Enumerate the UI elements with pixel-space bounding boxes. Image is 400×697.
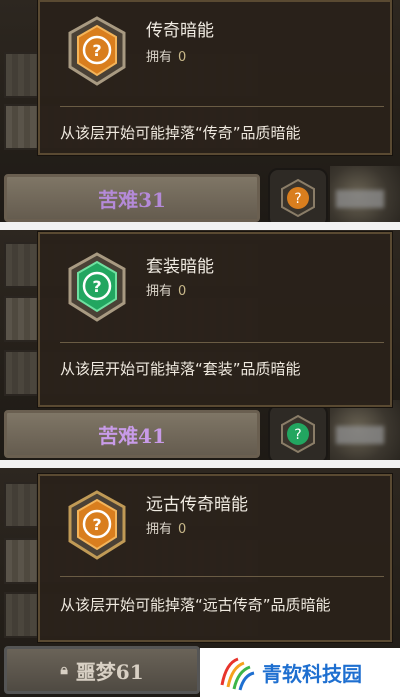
tooltip-title: 套装暗能 [146, 257, 214, 277]
floor-bar[interactable]: 苦难41 [4, 410, 260, 458]
owned-number: 0 [178, 284, 187, 299]
panel-legendary: 苦难31 ? ? 传奇暗能 拥有 0 从该层开始可能掉落“传奇”品质暗能 [0, 0, 400, 222]
svg-text:?: ? [92, 515, 101, 534]
svg-text:?: ? [294, 427, 301, 443]
brand-logo-icon [220, 657, 255, 690]
svg-text:?: ? [92, 41, 101, 60]
floor-bar-locked[interactable]: 🔒︎ 噩梦61 [4, 646, 200, 694]
set-gem-icon: ? [68, 252, 126, 322]
separator [0, 222, 400, 230]
reward-slot[interactable]: ? [268, 168, 328, 222]
floor-bar[interactable]: 苦难31 [4, 174, 260, 222]
owned-number: 0 [178, 522, 187, 537]
tooltip-description: 从该层开始可能掉落“远古传奇”品质暗能 [60, 596, 331, 614]
reward-slot[interactable]: ? [268, 404, 328, 460]
svg-text:?: ? [294, 191, 301, 207]
tooltip-ancient-legendary: ? 远古传奇暗能 拥有 0 从该层开始可能掉落“远古传奇”品质暗能 [38, 474, 392, 642]
owned-number: 0 [178, 50, 187, 65]
blurred-text [336, 426, 384, 444]
floor-bar-label: 噩梦61 [75, 659, 144, 684]
divider [60, 342, 384, 343]
floor-bar-label: 苦难31 [98, 187, 166, 212]
svg-text:?: ? [92, 277, 101, 296]
owned-label: 拥有 [146, 522, 173, 537]
tooltip-set: ? 套装暗能 拥有 0 从该层开始可能掉落“套装”品质暗能 [38, 232, 392, 407]
tooltip-description: 从该层开始可能掉落“套装”品质暗能 [60, 360, 301, 378]
panel-set: 苦难41 ? ? 套装暗能 拥有 0 从该层开始可能掉落“套装”品质暗能 [0, 230, 400, 460]
owned-label: 拥有 [146, 50, 173, 65]
tooltip-legendary: ? 传奇暗能 拥有 0 从该层开始可能掉落“传奇”品质暗能 [38, 0, 392, 155]
divider [60, 106, 384, 107]
divider [60, 576, 384, 577]
lock-icon: 🔒︎ [60, 662, 68, 678]
set-gem-icon: ? [281, 414, 315, 454]
floor-bar-label: 苦难41 [98, 423, 166, 448]
watermark-text: 青软科技园 [262, 662, 362, 686]
owned-count: 拥有 0 [146, 280, 186, 299]
ancient-legendary-gem-icon: ? [68, 490, 126, 560]
tooltip-description: 从该层开始可能掉落“传奇”品质暗能 [60, 124, 301, 142]
watermark: 青软科技园 [200, 648, 400, 697]
tooltip-title: 传奇暗能 [146, 21, 214, 41]
legendary-gem-icon: ? [68, 16, 126, 86]
owned-count: 拥有 0 [146, 46, 186, 65]
legendary-gem-icon: ? [281, 178, 315, 218]
tooltip-title: 远古传奇暗能 [146, 495, 248, 515]
owned-count: 拥有 0 [146, 518, 186, 537]
owned-label: 拥有 [146, 284, 173, 299]
blurred-text [336, 190, 384, 208]
separator [0, 460, 400, 468]
